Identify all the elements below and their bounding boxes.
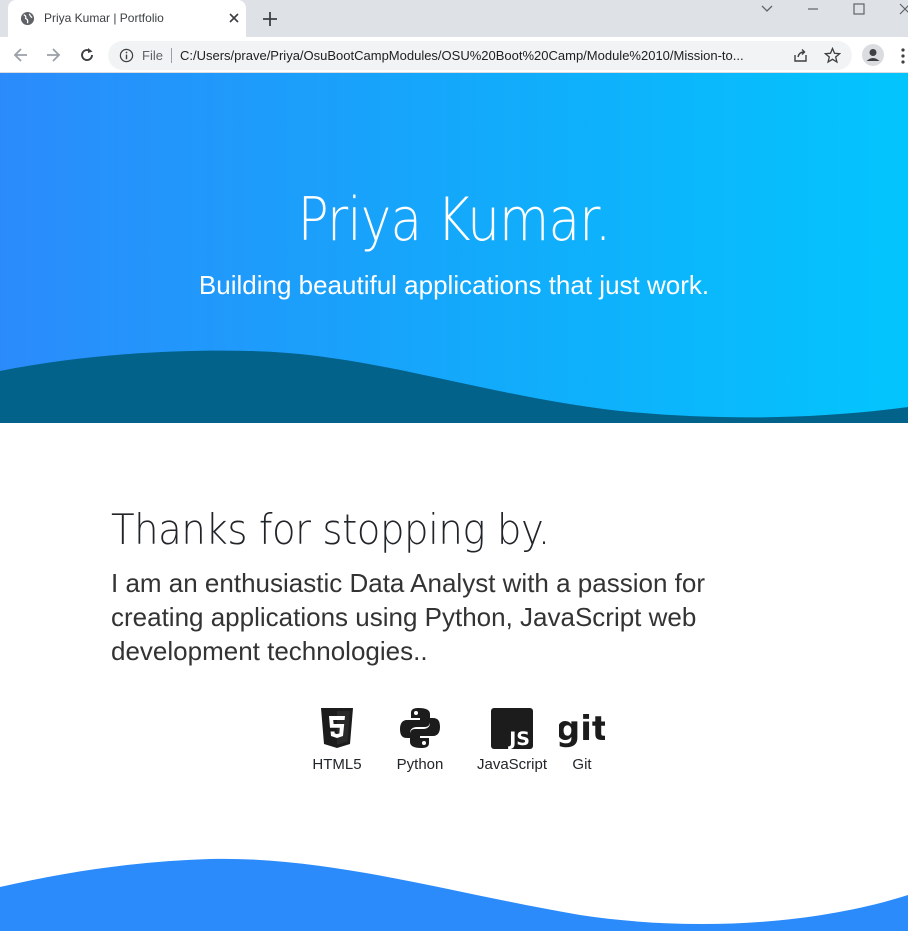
about-text: I am an enthusiastic Data Analyst with a… — [111, 568, 705, 666]
url-text[interactable]: C:/Users/prave/Priya/OsuBootCampModules/… — [180, 48, 790, 63]
back-icon[interactable] — [11, 45, 31, 65]
url-scheme: File — [142, 48, 163, 63]
reload-icon[interactable] — [77, 45, 97, 65]
browser-tab-strip: Priya Kumar | Portfolio — [0, 0, 908, 37]
maximize-icon[interactable] — [852, 2, 866, 16]
skill-python: Python — [388, 706, 452, 773]
hero-wave-divider — [0, 350, 908, 423]
about-section: Thanks for stopping by. I am an enthusia… — [111, 505, 751, 668]
skill-javascript: JS JavaScript — [474, 706, 550, 773]
about-heading: Thanks for stopping by. — [111, 505, 550, 554]
close-tab-icon[interactable] — [226, 10, 242, 26]
url-divider — [171, 48, 172, 63]
person-icon — [866, 49, 880, 61]
share-icon[interactable] — [792, 47, 809, 64]
svg-text:JS: JS — [507, 728, 530, 750]
html5-icon — [321, 708, 353, 748]
skill-label: HTML5 — [312, 756, 362, 773]
footer-wave-divider — [0, 858, 908, 931]
skill-label: Python — [396, 756, 444, 773]
hero-title: Priya Kumar. — [297, 185, 612, 255]
skills-list: HTML5 Python JS JavaScript git Git — [0, 706, 908, 786]
info-icon[interactable] — [119, 48, 134, 63]
skill-label: JavaScript — [476, 756, 548, 773]
skill-label: Git — [572, 756, 592, 773]
browser-tab[interactable]: Priya Kumar | Portfolio — [8, 0, 246, 37]
profile-avatar[interactable] — [862, 44, 884, 66]
more-menu-icon[interactable] — [898, 47, 908, 65]
tab-search-icon[interactable] — [760, 2, 774, 16]
hero-section: Priya Kumar. Building beautiful applicat… — [0, 73, 908, 423]
globe-icon — [20, 11, 35, 26]
close-window-icon[interactable] — [898, 2, 908, 16]
git-icon: git — [559, 709, 605, 749]
new-tab-icon[interactable] — [261, 10, 279, 28]
address-bar[interactable]: File C:/Users/prave/Priya/OsuBootCampMod… — [108, 41, 852, 70]
svg-text:git: git — [559, 709, 605, 749]
browser-toolbar: File C:/Users/prave/Priya/OsuBootCampMod… — [0, 37, 908, 73]
forward-icon[interactable] — [43, 45, 63, 65]
python-icon — [400, 708, 440, 748]
skill-git: git Git — [558, 706, 606, 773]
tab-title: Priya Kumar | Portfolio — [44, 11, 164, 25]
minimize-icon[interactable] — [806, 2, 820, 16]
skill-html5: HTML5 — [305, 706, 369, 773]
javascript-icon: JS — [491, 708, 533, 750]
hero-subtitle: Building beautiful applications that jus… — [198, 270, 710, 300]
bookmark-star-icon[interactable] — [824, 47, 841, 64]
